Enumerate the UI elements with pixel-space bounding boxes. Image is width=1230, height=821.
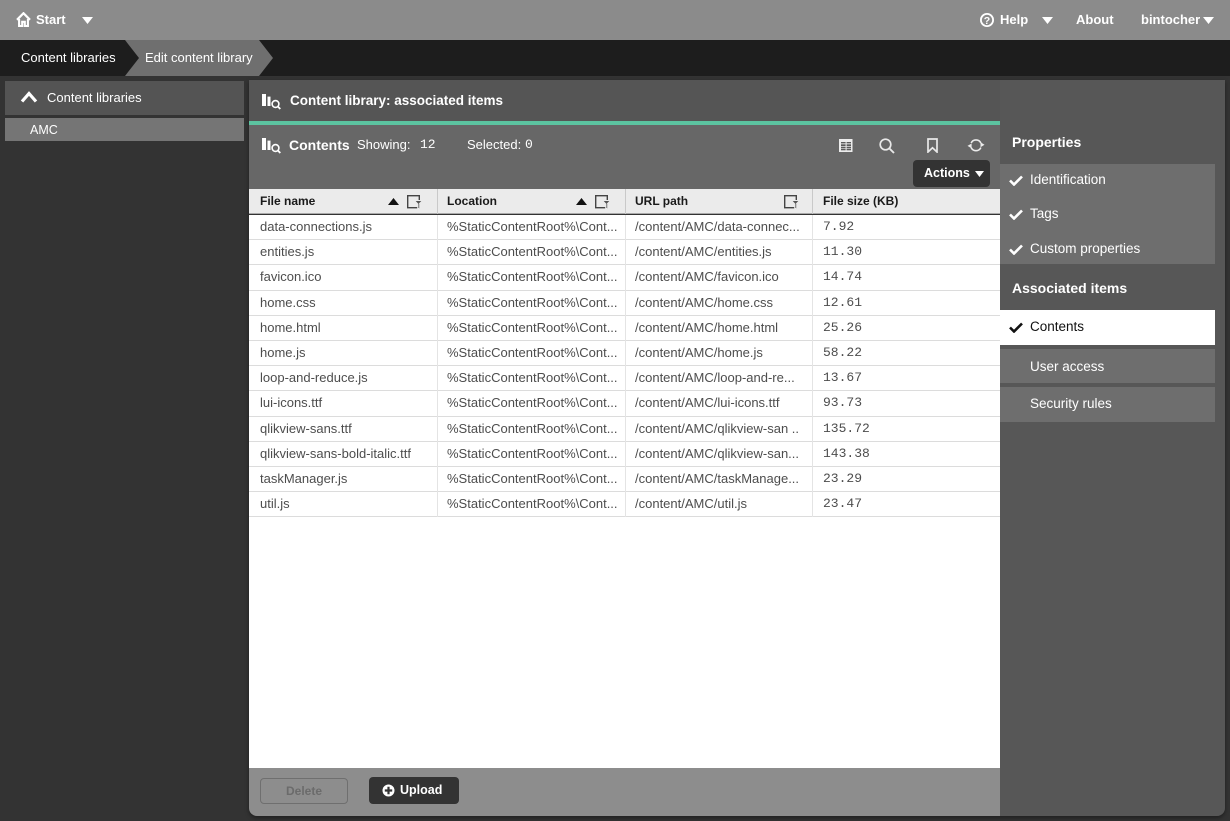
svg-text:?: ? bbox=[984, 15, 990, 27]
